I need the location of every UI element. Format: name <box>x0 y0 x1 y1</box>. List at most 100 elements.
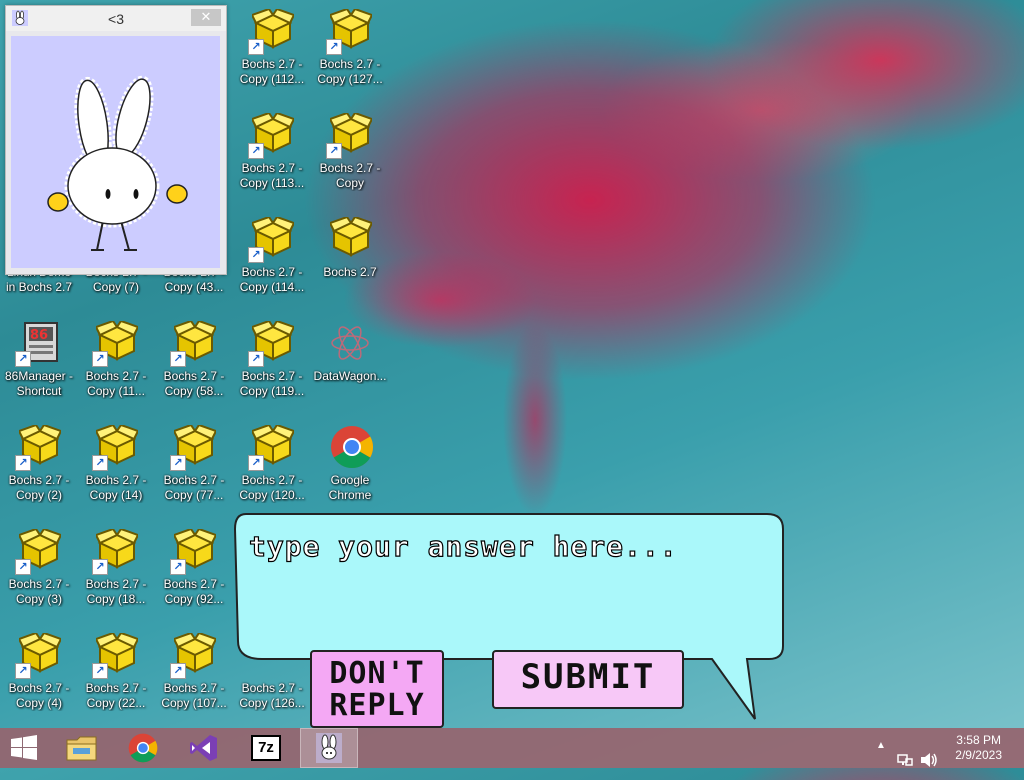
desktop-icon-bochs-copy-114[interactable]: ↗ Bochs 2.7 - Copy (114... <box>234 215 310 295</box>
chrome-icon <box>326 423 374 471</box>
icon-label: Bochs 2.7 - <box>319 57 381 71</box>
desktop-icon-datawagon[interactable]: DataWagon... <box>312 319 388 384</box>
desktop-icon-google-chrome[interactable]: Google Chrome <box>312 423 388 503</box>
bochs-box-icon: ↗ <box>170 319 218 367</box>
shortcut-arrow-icon: ↗ <box>248 351 264 367</box>
bochs-box-icon: ↗ <box>92 319 140 367</box>
shortcut-arrow-icon: ↗ <box>92 559 108 575</box>
desktop-icon-bochs-copy-2[interactable]: ↗ Bochs 2.7 - Copy (2) <box>1 423 77 503</box>
icon-label: Bochs 2.7 <box>323 265 377 279</box>
taskbar-bunny-app[interactable] <box>300 728 358 768</box>
icon-label: Bochs 2.7 - <box>241 265 303 279</box>
icon-label: Bochs 2.7 - <box>163 681 225 695</box>
shortcut-arrow-icon: ↗ <box>248 143 264 159</box>
show-hidden-icons-chevron-icon[interactable]: ▲ <box>876 740 886 780</box>
shortcut-arrow-icon: ↗ <box>92 663 108 679</box>
bochs-box-icon: ↗ <box>248 423 296 471</box>
taskbar-visual-studio[interactable] <box>175 728 233 768</box>
desktop-icon-bochs-copy-58[interactable]: ↗ Bochs 2.7 - Copy (58... <box>156 319 232 399</box>
icon-label: Bochs 2.7 - <box>85 577 147 591</box>
shortcut-arrow-icon: ↗ <box>326 143 342 159</box>
icon-label: Copy (3) <box>15 592 62 606</box>
desktop-icon-bochs[interactable]: Bochs 2.7 <box>312 215 388 280</box>
icon-label: Chrome <box>328 488 372 502</box>
icon-label: Copy (22... <box>86 696 146 710</box>
86manager-icon: 86 ↗ <box>15 319 63 367</box>
shortcut-arrow-icon: ↗ <box>248 455 264 471</box>
icon-label: Copy (11... <box>87 384 145 398</box>
start-button[interactable] <box>0 728 48 768</box>
icon-label: Copy (127... <box>317 72 383 86</box>
taskbar: 7z ▲ 3:58 PM 2/9/2023 <box>0 728 1024 768</box>
desktop-icon-bochs-copy[interactable]: ↗ Bochs 2.7 - Copy <box>312 111 388 191</box>
answer-input[interactable] <box>247 525 771 567</box>
desktop-icon-bochs-copy-107[interactable]: ↗ Bochs 2.7 - Copy (107... <box>156 631 232 711</box>
volume-icon[interactable] <box>920 740 938 780</box>
desktop-icon-bochs-copy-3[interactable]: ↗ Bochs 2.7 - Copy (3) <box>1 527 77 607</box>
icon-label: Bochs 2.7 - <box>241 57 303 71</box>
icon-label: Shortcut <box>16 384 62 398</box>
desktop-icon-bochs-copy-119[interactable]: ↗ Bochs 2.7 - Copy (119... <box>234 319 310 399</box>
system-clock[interactable]: 3:58 PM 2/9/2023 <box>955 733 1002 763</box>
taskbar-file-explorer[interactable] <box>53 728 111 768</box>
clock-time: 3:58 PM <box>956 733 1001 747</box>
clock-date: 2/9/2023 <box>955 748 1002 762</box>
desktop-icon-bochs-copy-127[interactable]: ↗ Bochs 2.7 - Copy (127... <box>312 7 388 87</box>
icon-label: Copy (92... <box>164 592 224 606</box>
shortcut-arrow-icon: ↗ <box>170 663 186 679</box>
icon-label: Copy (58... <box>164 384 224 398</box>
desktop-icon-bochs-copy-77[interactable]: ↗ Bochs 2.7 - Copy (77... <box>156 423 232 503</box>
7zip-icon: 7z <box>251 735 281 761</box>
icon-label: Bochs 2.7 - <box>163 369 225 383</box>
icon-label: Bochs 2.7 - <box>241 161 303 175</box>
dont-reply-button[interactable]: DON'T REPLY <box>310 650 444 728</box>
icon-label: Copy (119... <box>239 384 305 398</box>
desktop-icon-bochs-copy-18[interactable]: ↗ Bochs 2.7 - Copy (18... <box>78 527 154 607</box>
datawagon-icon <box>326 319 374 367</box>
icon-label: Bochs 2.7 - <box>8 473 70 487</box>
bochs-box-icon: ↗ <box>15 423 63 471</box>
icon-label: DataWagon... <box>313 369 387 383</box>
icon-label: Copy (112... <box>239 72 305 86</box>
icon-label: Bochs 2.7 - <box>163 577 225 591</box>
network-icon[interactable] <box>897 740 913 780</box>
close-button[interactable]: ✕ <box>191 9 221 26</box>
submit-button[interactable]: SUBMIT <box>492 650 684 709</box>
dont-reply-label-line2: REPLY <box>329 688 425 723</box>
shortcut-arrow-icon: ↗ <box>15 663 31 679</box>
dont-reply-label-line1: DON'T <box>329 656 425 691</box>
bochs-box-icon: ↗ <box>92 631 140 679</box>
desktop-icon-bochs-copy-92[interactable]: ↗ Bochs 2.7 - Copy (92... <box>156 527 232 607</box>
window-titlebar[interactable]: <3 ✕ <box>6 6 226 31</box>
taskbar-7zip[interactable]: 7z <box>237 728 295 768</box>
icon-label: Bochs 2.7 - <box>85 369 147 383</box>
shortcut-arrow-icon: ↗ <box>92 455 108 471</box>
bochs-box-icon: ↗ <box>15 527 63 575</box>
icon-label: Bochs 2.7 - <box>85 681 147 695</box>
bochs-box-icon: ↗ <box>15 631 63 679</box>
icon-label: Bochs 2.7 - <box>241 369 303 383</box>
bochs-box-icon: ↗ <box>92 527 140 575</box>
taskbar-chrome[interactable] <box>114 728 172 768</box>
bochs-box-icon: ↗ <box>92 423 140 471</box>
icon-label: Bochs 2.7 - <box>8 681 70 695</box>
icon-label: Copy (7) <box>92 280 139 294</box>
desktop-icon-bochs-copy-14[interactable]: ↗ Bochs 2.7 - Copy (14) <box>78 423 154 503</box>
desktop-icon-bochs-copy-120[interactable]: ↗ Bochs 2.7 - Copy (120... <box>234 423 310 503</box>
desktop-icon-bochs-copy-113[interactable]: ↗ Bochs 2.7 - Copy (113... <box>234 111 310 191</box>
icon-label: Bochs 2.7 - <box>85 473 147 487</box>
desktop-icon-bochs-copy-11[interactable]: ↗ Bochs 2.7 - Copy (11... <box>78 319 154 399</box>
icon-label: Bochs 2.7 - <box>241 473 303 487</box>
desktop-icon-86manager[interactable]: 86 ↗ 86Manager - Shortcut <box>1 319 77 399</box>
icon-label: Copy (77... <box>164 488 224 502</box>
desktop-icon-bochs-copy-112[interactable]: ↗ Bochs 2.7 - Copy (112... <box>234 7 310 87</box>
bochs-box-icon: ↗ <box>170 423 218 471</box>
shortcut-arrow-icon: ↗ <box>15 455 31 471</box>
desktop-icon-bochs-copy-4[interactable]: ↗ Bochs 2.7 - Copy (4) <box>1 631 77 711</box>
bochs-box-icon: ↗ <box>170 631 218 679</box>
icon-label: Copy (120... <box>239 488 305 502</box>
desktop-icon-bochs-copy-22[interactable]: ↗ Bochs 2.7 - Copy (22... <box>78 631 154 711</box>
shortcut-arrow-icon: ↗ <box>170 351 186 367</box>
icon-label: Copy <box>335 176 364 190</box>
icon-label: Bochs 2.7 - <box>163 473 225 487</box>
